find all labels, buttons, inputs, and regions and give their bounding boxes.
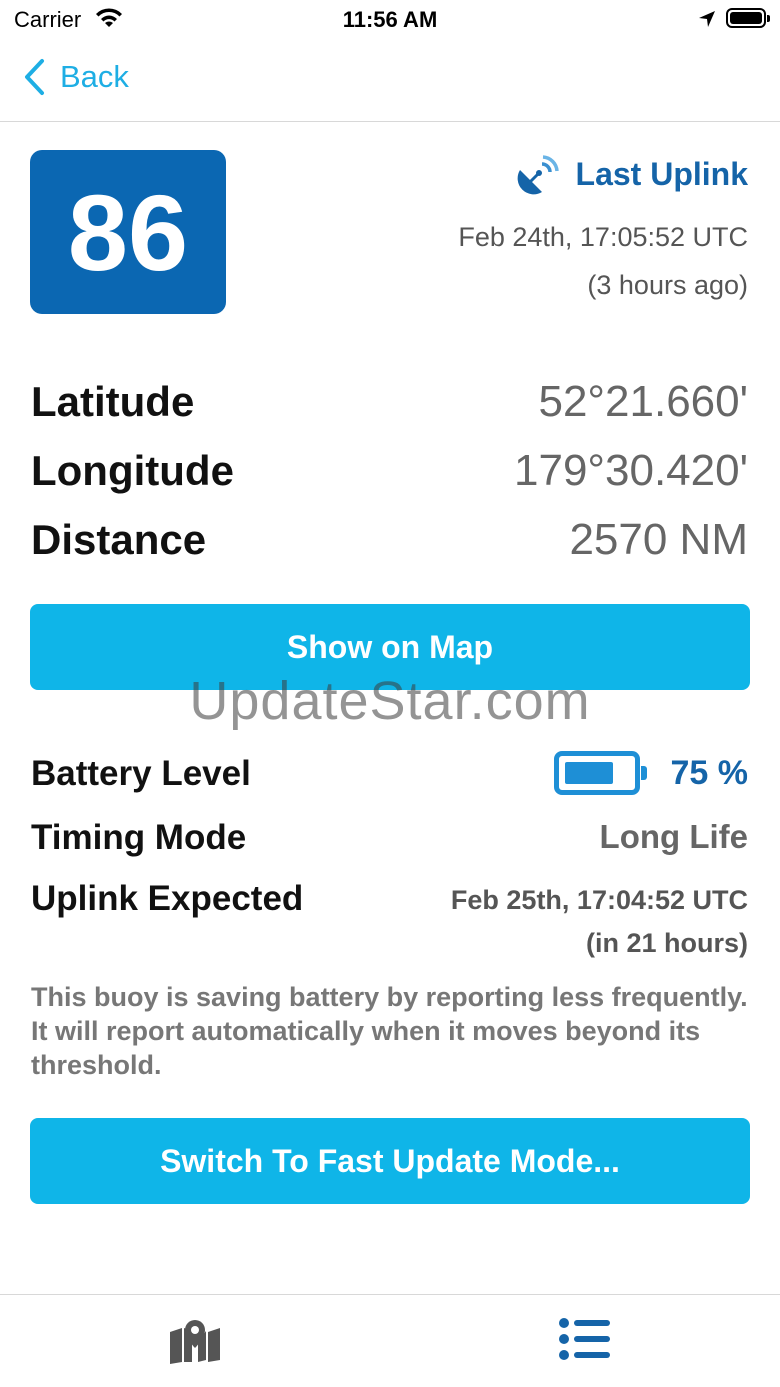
back-label: Back	[60, 59, 129, 94]
uplink-expected-in: (in 21 hours)	[585, 928, 748, 958]
chevron-left-icon	[25, 59, 44, 95]
last-uplink-heading: Last Uplink	[516, 152, 748, 196]
back-button[interactable]: Back	[22, 58, 129, 96]
last-uplink-ago: (3 hours ago)	[587, 270, 748, 300]
uplink-expected-label: Uplink Expected	[31, 879, 304, 918]
distance-value: 2570 NM	[569, 515, 748, 564]
tab-bar-divider	[0, 1294, 780, 1295]
map-pin-icon[interactable]	[168, 1318, 222, 1369]
fast-update-mode-button[interactable]: Switch To Fast Update Mode...	[30, 1118, 750, 1204]
status-time: 11:56 AM	[342, 7, 438, 32]
distance-label: Distance	[31, 516, 207, 563]
satellite-dish-icon	[517, 155, 559, 195]
buoy-number-badge: 86	[30, 150, 226, 314]
timing-mode-value: Long Life	[599, 818, 748, 855]
battery-icon	[554, 751, 647, 795]
list-icon[interactable]	[558, 1318, 610, 1365]
timing-mode-label: Timing Mode	[31, 818, 247, 857]
latitude-value: 52°21.660'	[538, 377, 748, 426]
longitude-label: Longitude	[31, 447, 234, 494]
longitude-value: 179°30.420'	[514, 446, 748, 495]
latitude-label: Latitude	[31, 378, 195, 425]
battery-saving-note: This buoy is saving battery by reporting…	[31, 982, 748, 1080]
battery-level-label: Battery Level	[31, 754, 251, 793]
status-battery-icon	[726, 8, 770, 28]
last-uplink-time: Feb 24th, 17:05:52 UTC	[458, 222, 748, 252]
uplink-expected-time: Feb 25th, 17:04:52 UTC	[450, 885, 748, 915]
location-arrow-icon	[697, 9, 717, 34]
battery-level-value: 75 %	[670, 754, 749, 792]
last-uplink-label: Last Uplink	[575, 155, 748, 192]
nav-divider	[0, 121, 780, 122]
watermark: UpdateStar.com	[189, 671, 591, 731]
